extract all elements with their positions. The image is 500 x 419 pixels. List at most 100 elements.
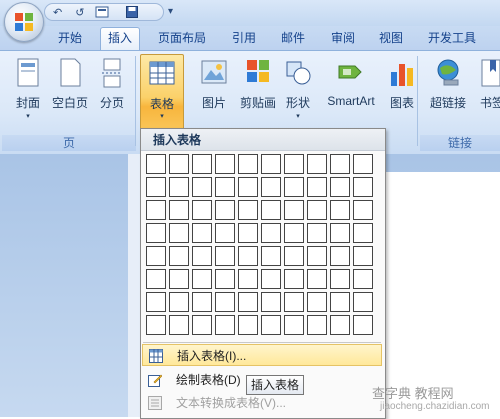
table-grid-cell[interactable]: [215, 154, 235, 174]
cover-page-button[interactable]: 封面 ▾: [8, 56, 48, 126]
table-grid-cell[interactable]: [215, 177, 235, 197]
table-grid-cell[interactable]: [169, 269, 189, 289]
bookmark-button[interactable]: 书签: [472, 56, 500, 126]
chart-button[interactable]: 图表: [382, 56, 422, 126]
table-grid-cell[interactable]: [146, 292, 166, 312]
table-grid-cell[interactable]: [330, 154, 350, 174]
clip-art-button[interactable]: 剪贴画: [238, 56, 278, 126]
table-grid-cell[interactable]: [307, 315, 327, 335]
table-grid-cell[interactable]: [238, 269, 258, 289]
table-grid-cell[interactable]: [353, 292, 373, 312]
table-size-grid[interactable]: [146, 154, 381, 364]
table-grid-cell[interactable]: [146, 269, 166, 289]
redo-icon[interactable]: ↺: [75, 6, 84, 19]
table-grid-cell[interactable]: [353, 315, 373, 335]
table-grid-cell[interactable]: [261, 292, 281, 312]
print-preview-icon[interactable]: [95, 6, 111, 18]
table-grid-cell[interactable]: [307, 200, 327, 220]
table-grid-cell[interactable]: [330, 292, 350, 312]
insert-table-menu-item[interactable]: 插入表格(I)...: [142, 344, 382, 366]
table-grid-cell[interactable]: [284, 177, 304, 197]
table-grid-cell[interactable]: [261, 246, 281, 266]
table-grid-cell[interactable]: [284, 315, 304, 335]
table-grid-cell[interactable]: [307, 269, 327, 289]
table-grid-cell[interactable]: [215, 292, 235, 312]
table-grid-cell[interactable]: [238, 292, 258, 312]
blank-page-button[interactable]: 空白页: [50, 56, 90, 126]
table-grid-cell[interactable]: [238, 154, 258, 174]
save-icon[interactable]: [126, 6, 139, 18]
table-grid-cell[interactable]: [353, 200, 373, 220]
table-grid-cell[interactable]: [284, 246, 304, 266]
table-grid-cell[interactable]: [169, 154, 189, 174]
tab-developer[interactable]: 开发工具: [420, 28, 484, 48]
table-grid-cell[interactable]: [146, 315, 166, 335]
tab-references[interactable]: 引用: [222, 28, 266, 48]
table-grid-cell[interactable]: [261, 154, 281, 174]
table-grid-cell[interactable]: [146, 177, 166, 197]
table-grid-cell[interactable]: [169, 246, 189, 266]
table-grid-cell[interactable]: [307, 223, 327, 243]
table-grid-cell[interactable]: [261, 269, 281, 289]
table-grid-cell[interactable]: [330, 246, 350, 266]
table-grid-cell[interactable]: [192, 154, 212, 174]
table-grid-cell[interactable]: [169, 200, 189, 220]
picture-button[interactable]: 图片: [194, 56, 234, 126]
table-grid-cell[interactable]: [330, 223, 350, 243]
table-grid-cell[interactable]: [192, 269, 212, 289]
table-grid-cell[interactable]: [146, 154, 166, 174]
table-grid-cell[interactable]: [330, 177, 350, 197]
table-grid-cell[interactable]: [215, 269, 235, 289]
table-grid-cell[interactable]: [215, 223, 235, 243]
table-grid-cell[interactable]: [261, 177, 281, 197]
table-grid-cell[interactable]: [192, 177, 212, 197]
table-grid-cell[interactable]: [192, 246, 212, 266]
table-grid-cell[interactable]: [238, 315, 258, 335]
table-grid-cell[interactable]: [169, 292, 189, 312]
table-grid-cell[interactable]: [192, 200, 212, 220]
table-grid-cell[interactable]: [261, 200, 281, 220]
table-grid-cell[interactable]: [192, 292, 212, 312]
table-grid-cell[interactable]: [353, 246, 373, 266]
table-grid-cell[interactable]: [307, 292, 327, 312]
table-grid-cell[interactable]: [169, 177, 189, 197]
customize-qat-icon[interactable]: ▾: [168, 6, 173, 17]
table-grid-cell[interactable]: [146, 223, 166, 243]
table-grid-cell[interactable]: [146, 246, 166, 266]
tab-view[interactable]: 视图: [370, 28, 412, 48]
page-break-button[interactable]: 分页: [92, 56, 132, 126]
office-button[interactable]: [4, 2, 44, 42]
tab-insert[interactable]: 插入: [100, 27, 140, 50]
table-grid-cell[interactable]: [330, 315, 350, 335]
table-grid-cell[interactable]: [307, 177, 327, 197]
tab-home[interactable]: 开始: [52, 28, 88, 48]
table-grid-cell[interactable]: [169, 315, 189, 335]
table-grid-cell[interactable]: [284, 154, 304, 174]
table-grid-cell[interactable]: [261, 223, 281, 243]
table-grid-cell[interactable]: [307, 246, 327, 266]
undo-icon[interactable]: ↶: [53, 6, 62, 19]
table-grid-cell[interactable]: [353, 223, 373, 243]
table-grid-cell[interactable]: [284, 292, 304, 312]
table-grid-cell[interactable]: [284, 269, 304, 289]
table-grid-cell[interactable]: [146, 200, 166, 220]
table-grid-cell[interactable]: [215, 200, 235, 220]
table-grid-cell[interactable]: [353, 269, 373, 289]
table-grid-cell[interactable]: [238, 200, 258, 220]
table-grid-cell[interactable]: [284, 223, 304, 243]
table-grid-cell[interactable]: [307, 154, 327, 174]
table-grid-cell[interactable]: [353, 177, 373, 197]
table-grid-cell[interactable]: [330, 269, 350, 289]
convert-text-menu-item[interactable]: 文本转换成表格(V)...: [142, 392, 382, 414]
table-grid-cell[interactable]: [169, 223, 189, 243]
tab-mailings[interactable]: 邮件: [274, 28, 312, 48]
smartart-button[interactable]: SmartArt: [326, 56, 376, 126]
tab-page-layout[interactable]: 页面布局: [150, 28, 214, 48]
table-grid-cell[interactable]: [284, 200, 304, 220]
table-grid-cell[interactable]: [330, 200, 350, 220]
table-grid-cell[interactable]: [261, 315, 281, 335]
table-grid-cell[interactable]: [238, 246, 258, 266]
hyperlink-button[interactable]: 超链接: [428, 56, 468, 126]
tab-review[interactable]: 审阅: [322, 28, 364, 48]
table-grid-cell[interactable]: [192, 315, 212, 335]
